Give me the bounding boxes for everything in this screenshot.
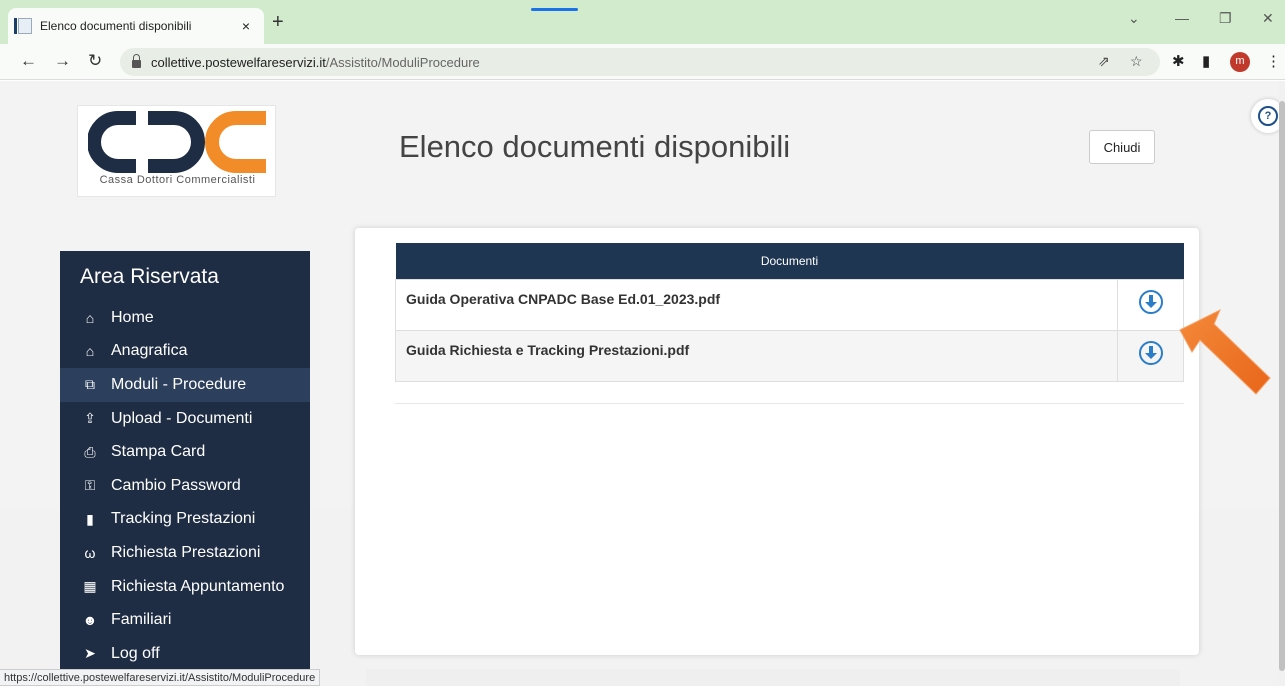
chat-icon: ? bbox=[1258, 106, 1278, 126]
print-icon: ⎙ bbox=[84, 443, 96, 460]
download-icon[interactable] bbox=[1138, 341, 1163, 365]
page-scrollbar[interactable] bbox=[1279, 81, 1285, 686]
lock-icon[interactable] bbox=[132, 54, 141, 68]
sidebar-item-upload-documenti[interactable]: ⇪ Upload - Documenti bbox=[60, 402, 310, 436]
page-favicon-icon bbox=[14, 18, 32, 34]
document-name: Guida Richiesta e Tracking Prestazioni.p… bbox=[395, 329, 1118, 382]
logout-icon: ➤ bbox=[84, 645, 96, 662]
page-title: Elenco documenti disponibili bbox=[399, 129, 791, 164]
sidebar-item-tracking-prestazioni[interactable]: ▮ Tracking Prestazioni bbox=[60, 503, 310, 537]
reload-icon[interactable]: ↻ bbox=[88, 50, 102, 72]
browser-menu-icon[interactable]: ⋮ bbox=[1266, 52, 1281, 70]
cdc-logo-mark-icon bbox=[88, 111, 266, 173]
sidebar-item-label: Anagrafica bbox=[111, 342, 188, 360]
sidebar-item-home[interactable]: ⌂ Home bbox=[60, 301, 310, 335]
tab-close-icon[interactable]: × bbox=[238, 18, 254, 34]
url-path: /Assistito/ModuliProcedure bbox=[325, 54, 480, 70]
card-divider bbox=[395, 403, 1184, 404]
sidebar-title: Area Riservata bbox=[60, 251, 310, 297]
logo-subtitle: Cassa Dottori Commercialisti bbox=[99, 174, 256, 186]
sidebar-item-label: Moduli - Procedure bbox=[111, 375, 247, 393]
new-tab-button[interactable]: + bbox=[272, 12, 284, 32]
sidebar-item-label: Log off bbox=[111, 644, 160, 662]
browser-tab-strip: Elenco documenti disponibili × + ⌄ — ❐ ✕ bbox=[0, 0, 1285, 44]
bookmark-star-icon[interactable]: ☆ bbox=[1130, 53, 1143, 70]
documents-table: Documenti Guida Operativa CNPADC Base Ed… bbox=[395, 243, 1184, 382]
sidebar-item-label: Upload - Documenti bbox=[111, 409, 253, 427]
window-close-icon[interactable]: ✕ bbox=[1262, 10, 1274, 27]
sidebar: Area Riservata ⌂ Home ⌂ Anagrafica ⧉ Moduli… bbox=[60, 251, 310, 686]
sidebar-item-label: Stampa Card bbox=[111, 443, 206, 461]
document-name: Guida Operativa CNPADC Base Ed.01_2023.p… bbox=[395, 278, 1118, 331]
scrollbar-thumb[interactable] bbox=[1279, 101, 1285, 671]
documents-column-header: Documenti bbox=[395, 243, 1184, 279]
url-host: collettive.postewelfareservizi.it bbox=[151, 54, 326, 70]
sidebar-item-richiesta-appuntamento[interactable]: ▦ Richiesta Appuntamento bbox=[60, 570, 310, 604]
sidebar-item-anagrafica[interactable]: ⌂ Anagrafica bbox=[60, 335, 310, 369]
book-icon: ▮ bbox=[86, 510, 94, 527]
extensions-puzzle-icon[interactable]: ✱ bbox=[1172, 52, 1185, 70]
home-icon: ⌂ bbox=[85, 309, 95, 326]
tab-loading-indicator bbox=[531, 8, 578, 11]
side-panel-icon[interactable]: ▮ bbox=[1202, 52, 1210, 70]
tab-title: Elenco documenti disponibili bbox=[40, 19, 192, 33]
sidebar-item-label: Richiesta Prestazioni bbox=[111, 543, 261, 561]
upload-icon: ⇪ bbox=[84, 410, 96, 427]
annotation-arrow-icon bbox=[1179, 308, 1271, 395]
sidebar-item-label: Familiari bbox=[111, 611, 172, 629]
copy-icon: ⧉ bbox=[85, 376, 95, 393]
close-button[interactable]: Chiudi bbox=[1089, 130, 1155, 164]
forward-arrow-icon[interactable]: → bbox=[54, 50, 71, 72]
page-viewport: Cassa Dottori Commercialisti Elenco docu… bbox=[0, 81, 1279, 686]
sidebar-item-label: Cambio Password bbox=[111, 476, 241, 494]
sidebar-item-label: Tracking Prestazioni bbox=[111, 510, 256, 528]
key-icon: ⚿ bbox=[84, 477, 96, 494]
cdc-logo[interactable]: Cassa Dottori Commercialisti bbox=[77, 105, 276, 197]
minimize-icon[interactable]: — bbox=[1175, 10, 1189, 26]
users-icon: ☻ bbox=[82, 612, 98, 629]
table-row: Guida Richiesta e Tracking Prestazioni.p… bbox=[395, 329, 1184, 382]
sidebar-item-stampa-card[interactable]: ⎙ Stampa Card bbox=[60, 435, 310, 469]
browser-tab[interactable]: Elenco documenti disponibili × bbox=[8, 8, 264, 44]
chat-assistant-button[interactable]: ? bbox=[1251, 99, 1279, 133]
documents-card: Documenti Guida Operativa CNPADC Base Ed… bbox=[355, 228, 1199, 655]
sidebar-item-cambio-password[interactable]: ⚿ Cambio Password bbox=[60, 469, 310, 503]
sidebar-item-label: Home bbox=[111, 308, 154, 326]
sidebar-item-label: Richiesta Appuntamento bbox=[111, 577, 285, 595]
back-arrow-icon[interactable]: ← bbox=[20, 50, 37, 72]
calendar-icon: ▦ bbox=[83, 578, 97, 595]
page-bottom-strip bbox=[366, 669, 1180, 686]
sidebar-item-moduli-procedure[interactable]: ⧉ Moduli - Procedure bbox=[60, 368, 310, 402]
share-icon[interactable]: ⇗ bbox=[1098, 53, 1110, 70]
browser-toolbar: ← → ↻ collettive.postewelfareservizi.it /… bbox=[0, 44, 1285, 80]
stethoscope-icon: ω bbox=[84, 544, 96, 561]
status-bar-url: https://collettive.postewelfareservizi.i… bbox=[0, 669, 321, 686]
sidebar-item-log-off[interactable]: ➤ Log off bbox=[60, 637, 310, 671]
sidebar-item-familiari[interactable]: ☻ Familiari bbox=[60, 603, 310, 637]
address-bar[interactable]: collettive.postewelfareservizi.it/Assist… bbox=[120, 48, 1160, 76]
sidebar-item-richiesta-prestazioni[interactable]: ω Richiesta Prestazioni bbox=[60, 536, 310, 570]
bank-icon: ⌂ bbox=[85, 343, 95, 360]
download-icon[interactable] bbox=[1138, 290, 1163, 314]
sidebar-menu: ⌂ Home ⌂ Anagrafica ⧉ Moduli - Procedure ⇪ U… bbox=[60, 301, 310, 671]
tab-search-chevron-icon[interactable]: ⌄ bbox=[1128, 10, 1140, 27]
restore-icon[interactable]: ❐ bbox=[1219, 10, 1232, 27]
table-row: Guida Operativa CNPADC Base Ed.01_2023.p… bbox=[395, 278, 1184, 331]
profile-avatar[interactable]: m bbox=[1230, 52, 1250, 72]
